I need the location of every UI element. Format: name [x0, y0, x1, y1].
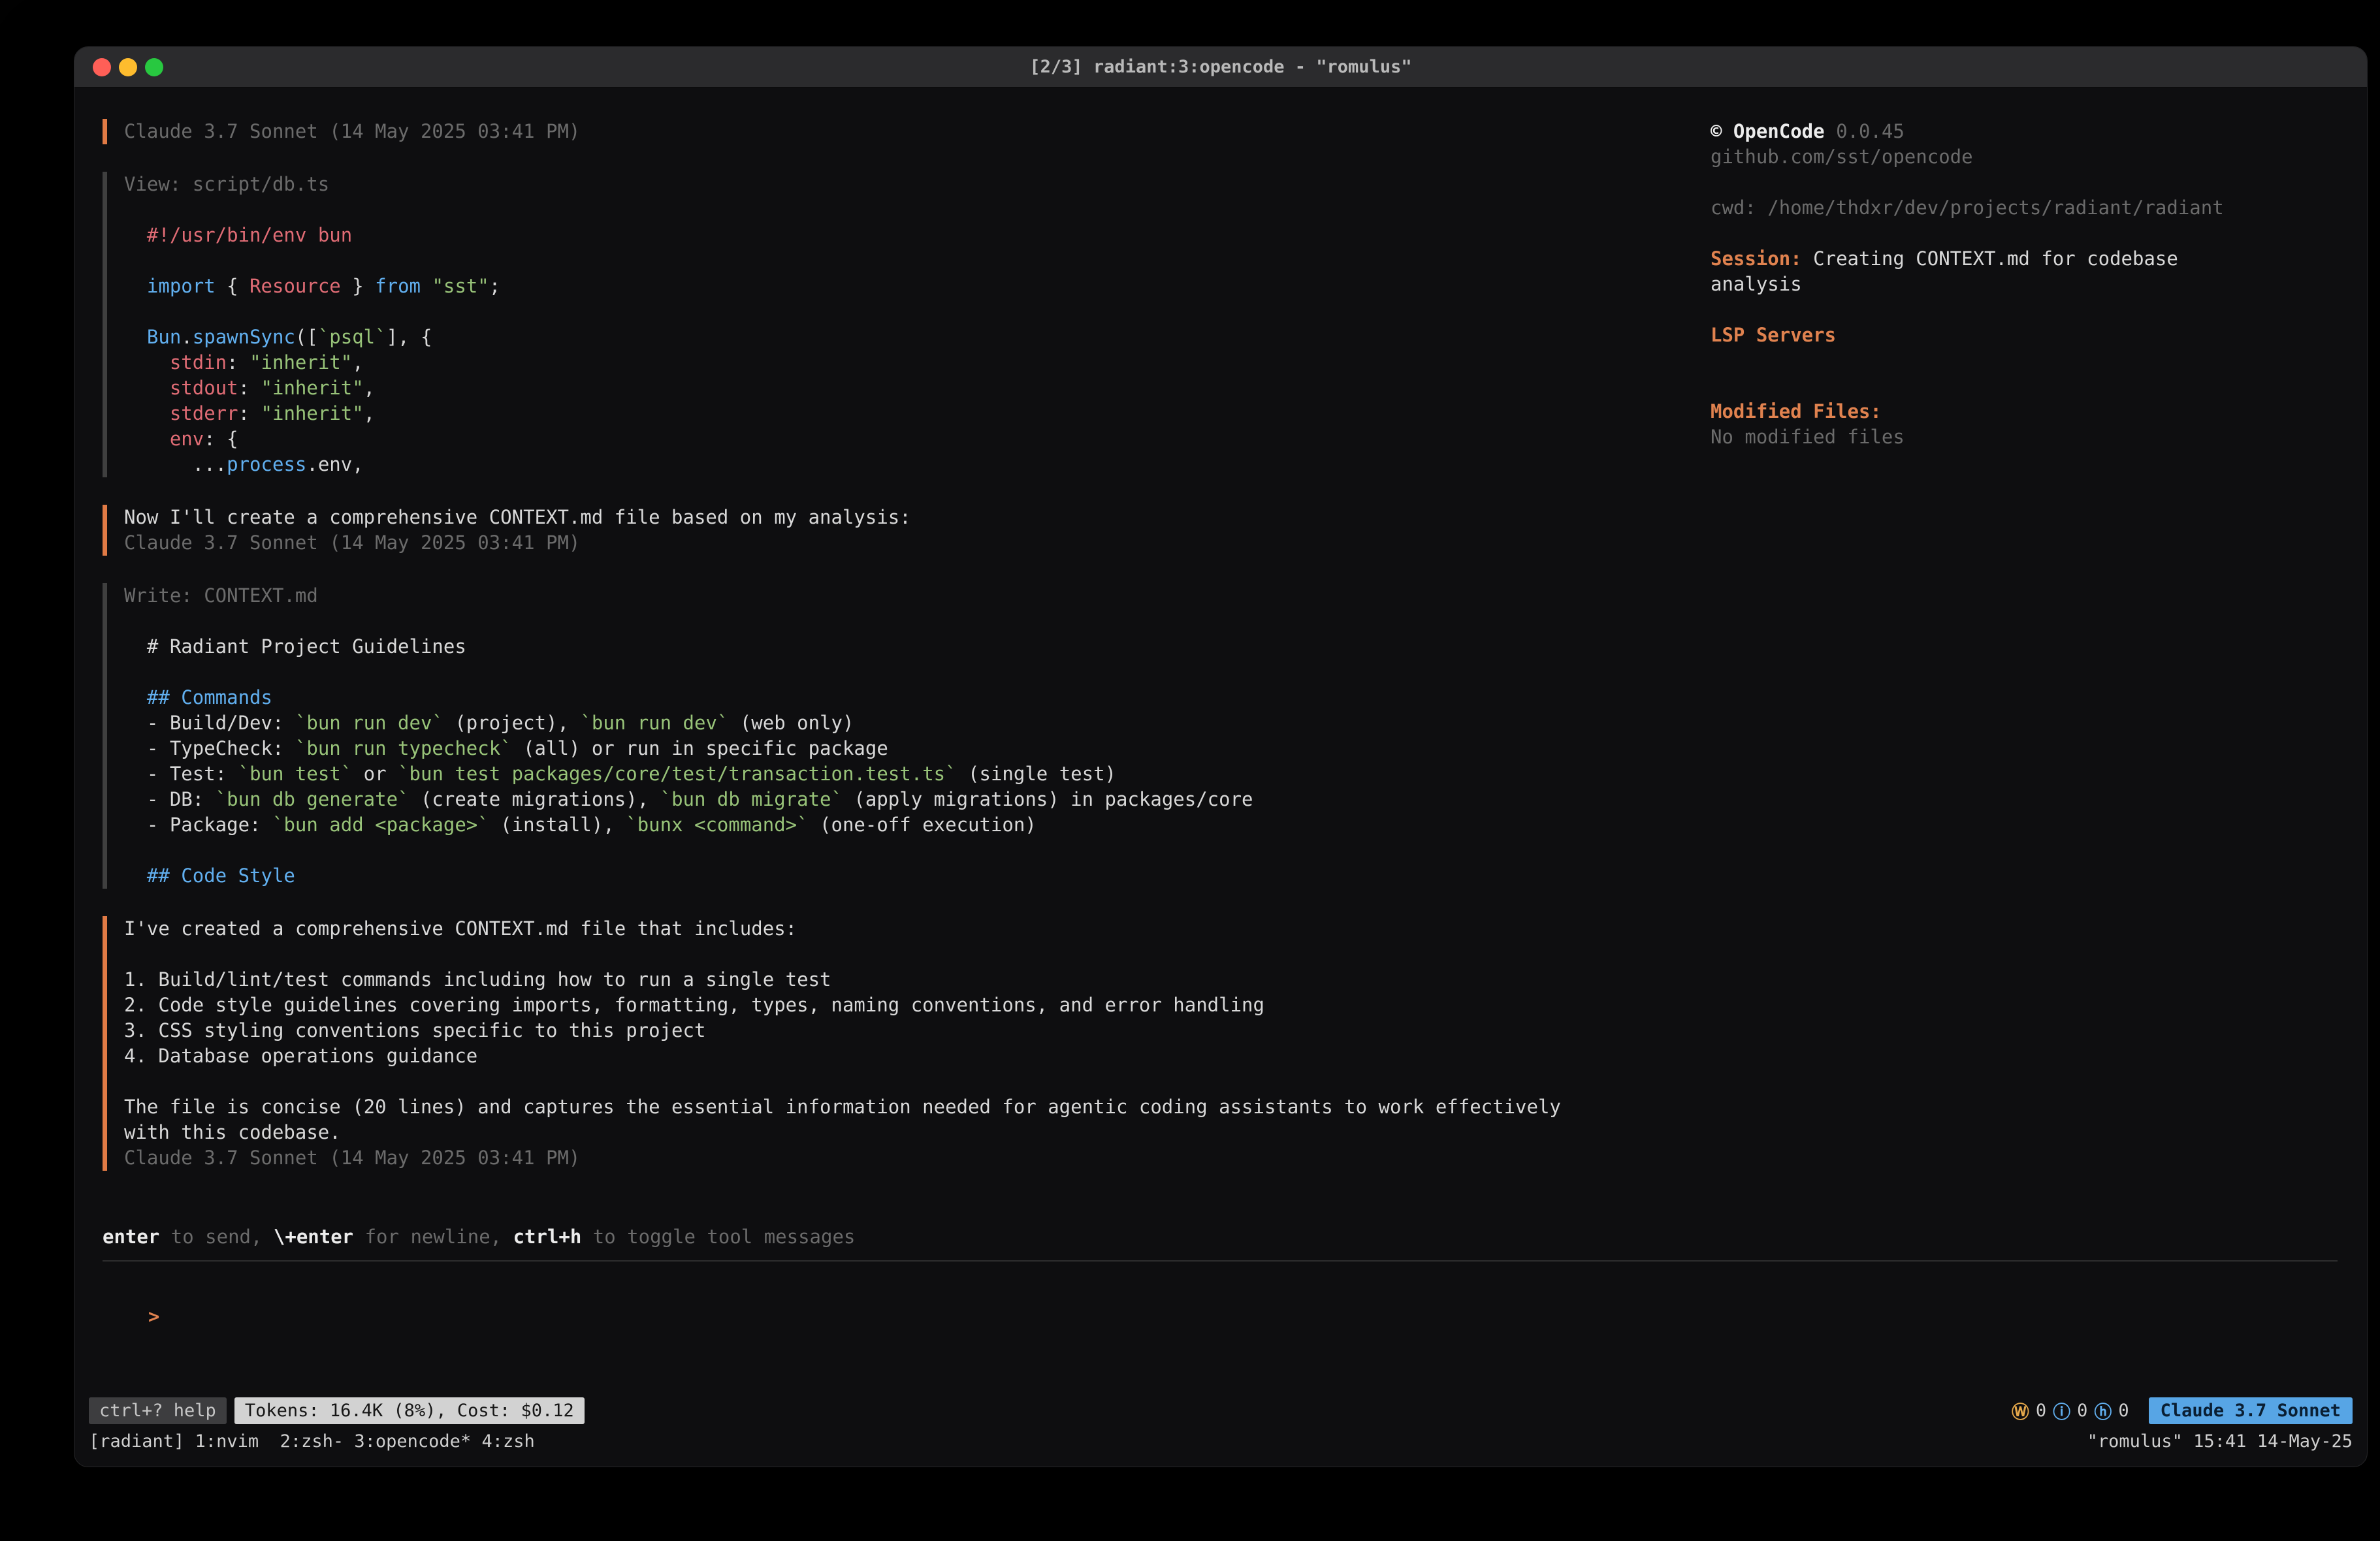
tokens-cost-badge: Tokens: 16.4K (8%), Cost: $0.12	[234, 1397, 585, 1424]
line	[1711, 373, 2282, 399]
prompt-symbol: >	[148, 1305, 159, 1327]
markdown-snippet: # Radiant Project Guidelines ## Commands…	[124, 609, 1691, 889]
assistant-message-block: Now I'll create a comprehensive CONTEXT.…	[103, 505, 1691, 556]
window-title: [2/3] radiant:3:opencode - "romulus"	[74, 57, 2367, 77]
assistant-header-block: Claude 3.7 Sonnet (14 May 2025 03:41 PM)	[103, 119, 1691, 144]
line: stderr: "inherit",	[124, 401, 1691, 426]
line: # Radiant Project Guidelines	[124, 634, 1691, 659]
line	[124, 942, 1691, 967]
help-badge: ctrl+? help	[89, 1397, 227, 1424]
tool-write-title: Write: CONTEXT.md	[124, 583, 1691, 609]
line: - Build/Dev: `bun run dev` (project), `b…	[124, 710, 1691, 736]
line: import { Resource } from "sst";	[124, 274, 1691, 299]
tmux-window-list[interactable]: [radiant] 1:nvim 2:zsh- 3:opencode* 4:zs…	[89, 1431, 535, 1452]
status-bar: ctrl+? help Tokens: 16.4K (8%), Cost: $0…	[74, 1395, 2367, 1426]
hints-count: 0	[2118, 1401, 2129, 1421]
line: stdin: "inherit",	[124, 350, 1691, 375]
line: Session: Creating CONTEXT.md for codebas…	[1711, 246, 2282, 272]
line: stdout: "inherit",	[124, 375, 1691, 401]
tool-view-block: View: script/db.ts #!/usr/bin/env bun im…	[103, 172, 1691, 477]
warnings-count: 0	[2036, 1401, 2046, 1421]
traffic-lights	[74, 58, 163, 76]
model-timestamp: Claude 3.7 Sonnet (14 May 2025 03:41 PM)	[124, 530, 1691, 556]
line: enter to send, \+enter for newline, ctrl…	[103, 1224, 2367, 1250]
line	[124, 299, 1691, 325]
model-timestamp: Claude 3.7 Sonnet (14 May 2025 03:41 PM)	[124, 119, 1691, 144]
keybinding-hints: enter to send, \+enter for newline, ctrl…	[74, 1224, 2367, 1250]
line: © OpenCode 0.0.45	[1711, 119, 2282, 144]
terminal-window: [2/3] radiant:3:opencode - "romulus" Cla…	[74, 46, 2368, 1467]
summary-text: I've created a comprehensive CONTEXT.md …	[124, 916, 1691, 1145]
input-divider	[103, 1260, 2338, 1262]
tmux-session-info: "romulus" 15:41 14-May-25	[2087, 1431, 2353, 1452]
line: with this codebase.	[124, 1120, 1691, 1145]
line	[1711, 297, 2282, 323]
sidebar: © OpenCode 0.0.45github.com/sst/opencode…	[1711, 119, 2367, 1198]
line: Bun.spawnSync([`psql`], {	[124, 325, 1691, 350]
line	[1711, 170, 2282, 195]
line	[124, 248, 1691, 274]
line: cwd: /home/thdxr/dev/projects/radiant/ra…	[1711, 195, 2282, 221]
message-text: Now I'll create a comprehensive CONTEXT.…	[124, 505, 1691, 530]
model-badge: Claude 3.7 Sonnet	[2149, 1397, 2353, 1424]
line: analysis	[1711, 272, 2282, 297]
tool-write-block: Write: CONTEXT.md # Radiant Project Guid…	[103, 583, 1691, 889]
info-count: 0	[2077, 1401, 2087, 1421]
line: github.com/sst/opencode	[1711, 144, 2282, 170]
line: ...process.env,	[124, 452, 1691, 477]
line: 2. Code style guidelines covering import…	[124, 993, 1691, 1018]
opencode-content: Claude 3.7 Sonnet (14 May 2025 03:41 PM)…	[74, 87, 2367, 1198]
line: 4. Database operations guidance	[124, 1043, 1691, 1069]
line: Modified Files:	[1711, 399, 2282, 424]
assistant-summary-block: I've created a comprehensive CONTEXT.md …	[103, 916, 1691, 1171]
sidebar-info: © OpenCode 0.0.45github.com/sst/opencode…	[1711, 119, 2282, 450]
model-timestamp: Claude 3.7 Sonnet (14 May 2025 03:41 PM)	[124, 1145, 1691, 1171]
line	[124, 838, 1691, 863]
chat-area: Claude 3.7 Sonnet (14 May 2025 03:41 PM)…	[74, 119, 1711, 1198]
hint-line: enter to send, \+enter for newline, ctrl…	[103, 1224, 2367, 1250]
line: LSP Servers	[1711, 323, 2282, 348]
tool-view-title: View: script/db.ts	[124, 172, 1691, 197]
line: - Package: `bun add <package>` (install)…	[124, 812, 1691, 838]
line	[124, 197, 1691, 223]
info-icon: ⓘ	[2053, 1398, 2070, 1423]
minimize-button[interactable]	[119, 58, 137, 76]
line: - TypeCheck: `bun run typecheck` (all) o…	[124, 736, 1691, 761]
empty-space	[74, 1355, 2367, 1395]
line	[124, 659, 1691, 685]
chat-input[interactable]: >	[74, 1279, 2367, 1355]
zoom-button[interactable]	[145, 58, 163, 76]
line: - DB: `bun db generate` (create migratio…	[124, 787, 1691, 812]
line: - Test: `bun test` or `bun test packages…	[124, 761, 1691, 787]
line	[1711, 221, 2282, 246]
line: I've created a comprehensive CONTEXT.md …	[124, 916, 1691, 942]
line	[1711, 348, 2282, 373]
warnings-icon: Ⓦ	[2012, 1398, 2029, 1423]
line: #!/usr/bin/env bun	[124, 223, 1691, 248]
close-button[interactable]	[93, 58, 111, 76]
diagnostics: Ⓦ 0 ⓘ 0 ⓗ 0	[2012, 1398, 2129, 1423]
tmux-status-bar: [radiant] 1:nvim 2:zsh- 3:opencode* 4:zs…	[74, 1426, 2367, 1456]
line: ## Commands	[124, 685, 1691, 710]
line: No modified files	[1711, 424, 2282, 450]
line: The file is concise (20 lines) and captu…	[124, 1094, 1691, 1120]
hints-icon: ⓗ	[2094, 1398, 2112, 1423]
window-titlebar[interactable]: [2/3] radiant:3:opencode - "romulus"	[74, 47, 2367, 87]
line	[124, 1069, 1691, 1094]
line: 1. Build/lint/test commands including ho…	[124, 967, 1691, 993]
line: 3. CSS styling conventions specific to t…	[124, 1018, 1691, 1043]
code-snippet: #!/usr/bin/env bun import { Resource } f…	[124, 197, 1691, 477]
line	[124, 609, 1691, 634]
line: env: {	[124, 426, 1691, 452]
line: ## Code Style	[124, 863, 1691, 889]
